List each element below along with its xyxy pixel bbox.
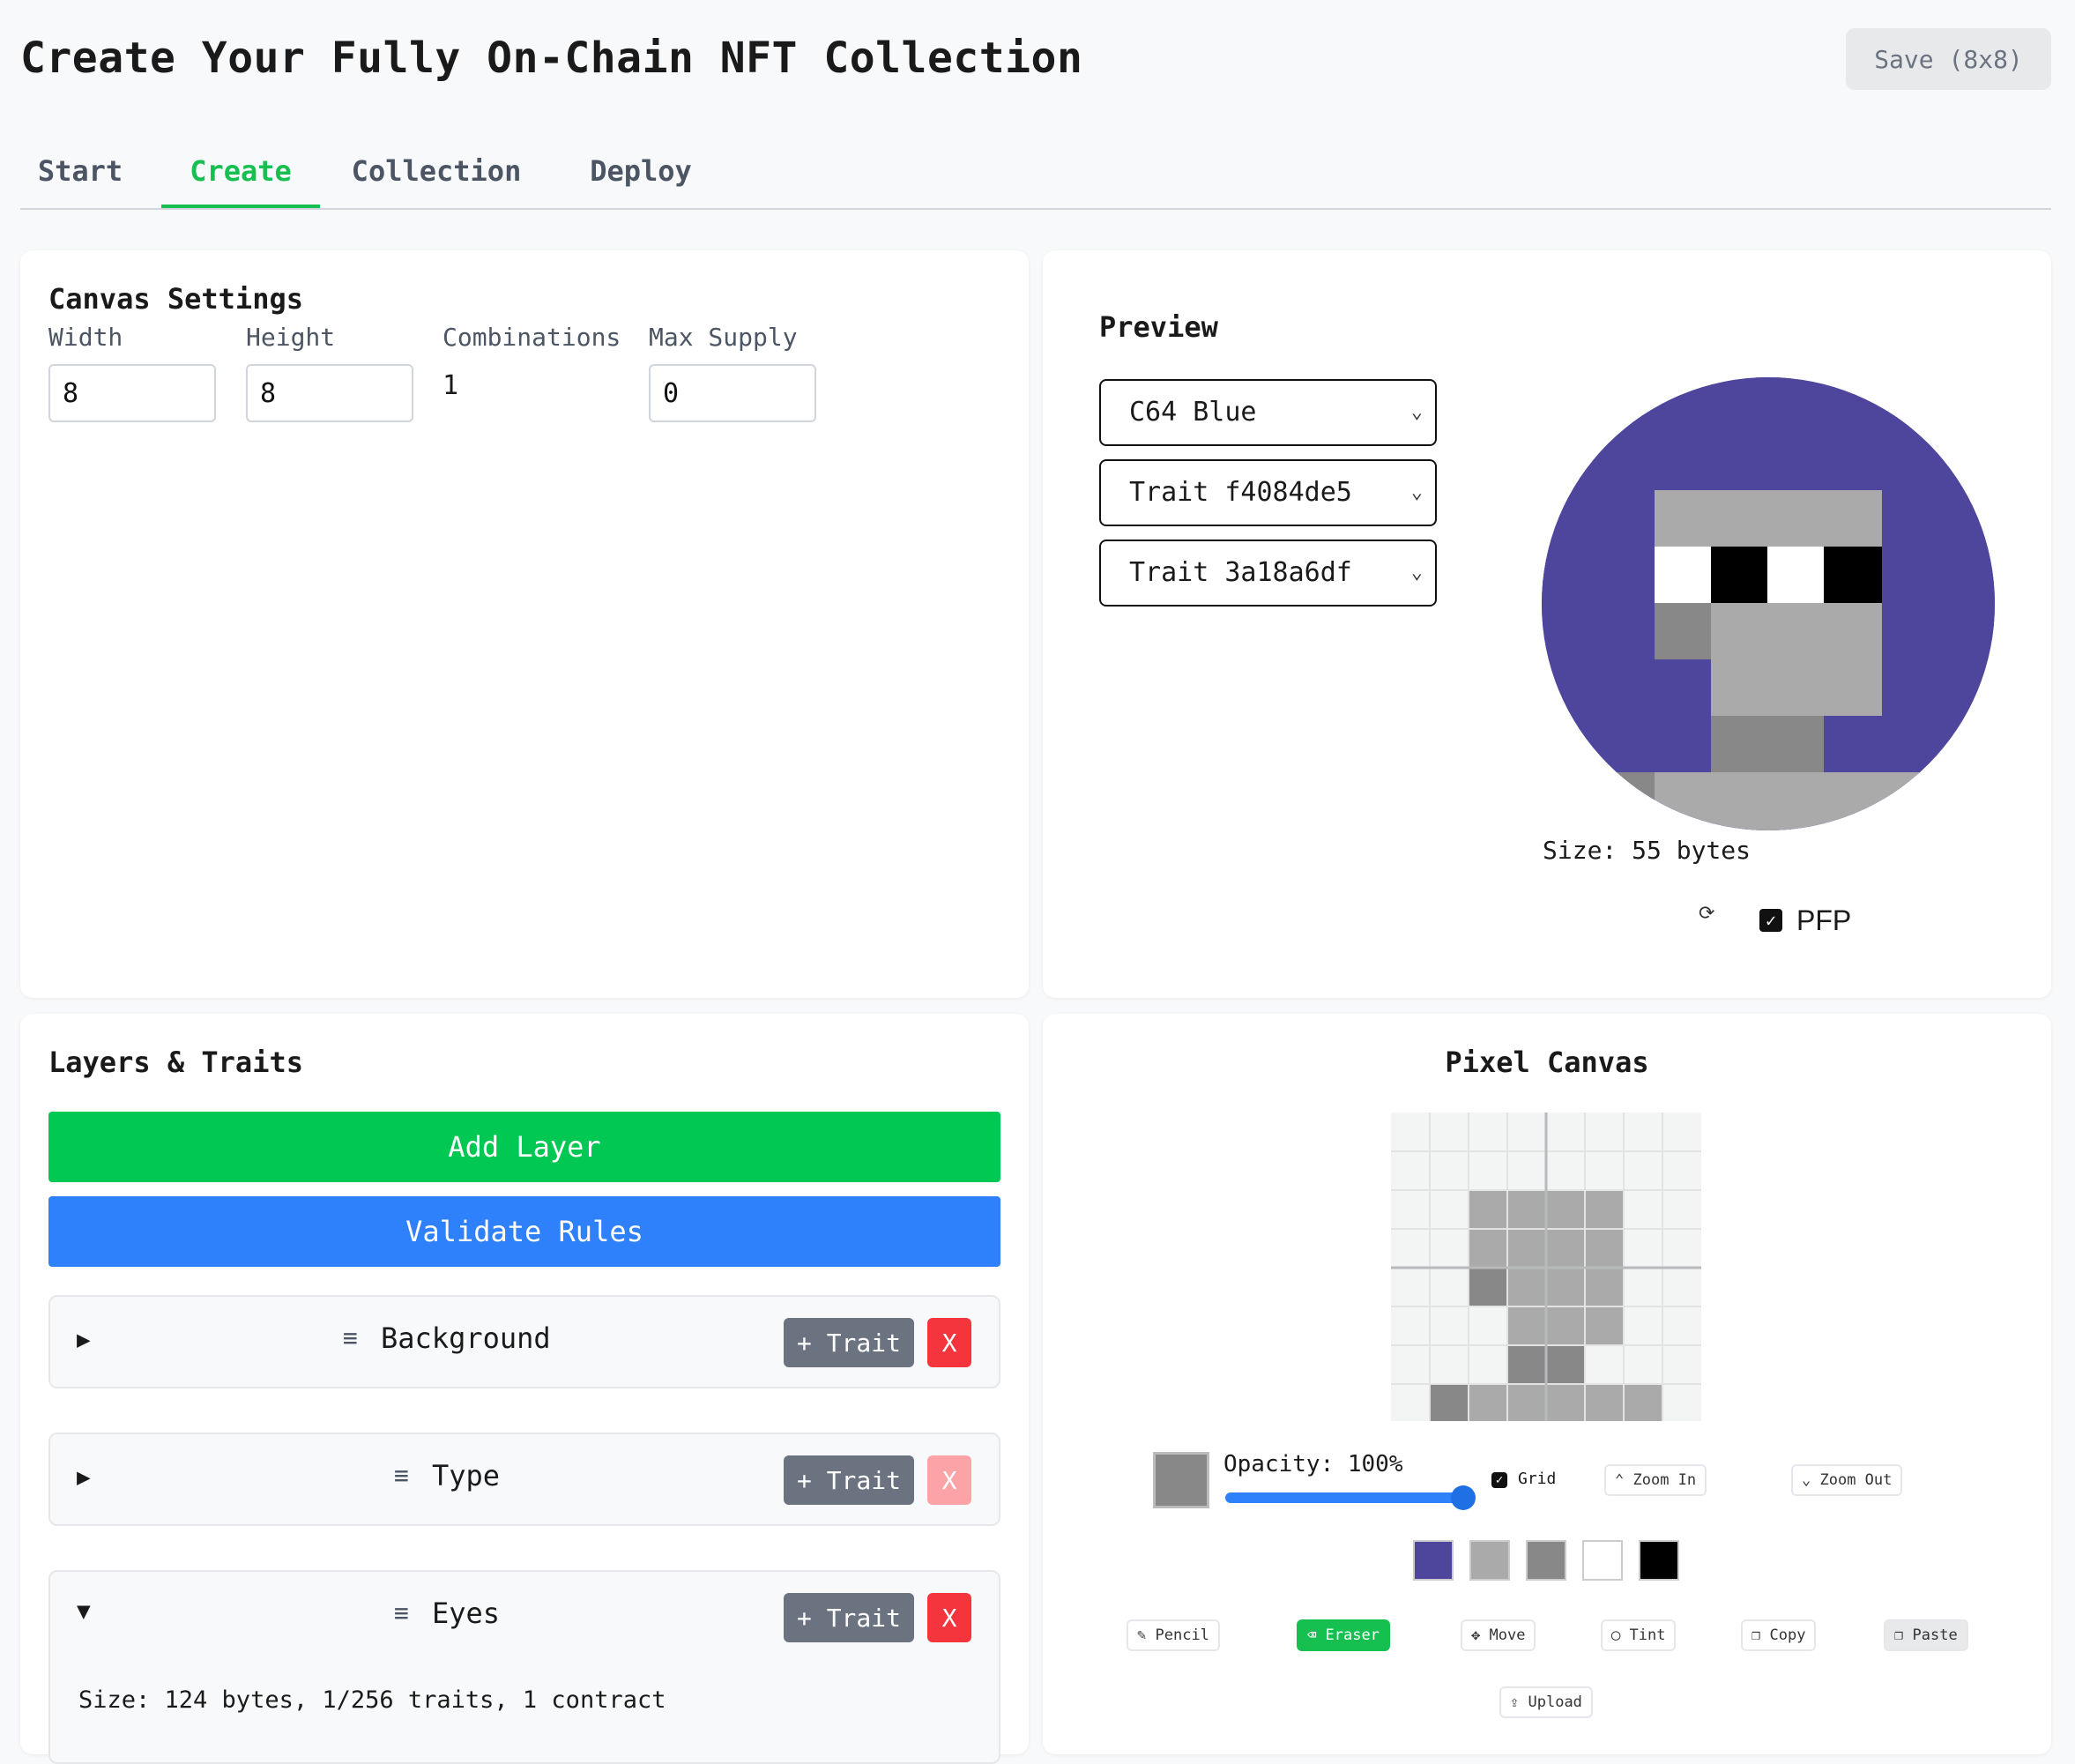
pencil-label: Pencil [1155,1626,1209,1644]
chevron-down-icon: ⌄ [1410,401,1423,423]
remove-layer-button[interactable]: X [927,1593,971,1642]
trait-select-2-value: Trait 3a18a6df [1129,557,1352,588]
eraser-icon: ⌫ [1307,1626,1317,1644]
combinations-value: 1 [443,370,459,401]
max-supply-input[interactable] [649,364,816,422]
tab-collection[interactable]: Collection [339,141,533,206]
eraser-tool-button[interactable]: ⌫ Eraser [1297,1619,1390,1651]
zoom-out-button[interactable]: ⌄ Zoom Out [1791,1464,1903,1496]
copy-label: Copy [1769,1626,1806,1644]
remove-layer-button[interactable]: X [927,1318,971,1367]
grid-checkbox[interactable]: ✓ [1491,1472,1507,1488]
paste-tool-button[interactable]: ❐ Paste [1884,1619,1968,1651]
zoom-in-button[interactable]: ⌃ Zoom In [1604,1464,1707,1496]
max-supply-label: Max Supply [649,323,798,352]
droplet-icon: ◯ [1611,1626,1621,1644]
expand-arrow-icon[interactable]: ▶ [77,1464,91,1491]
width-label: Width [48,323,123,352]
add-layer-button[interactable]: Add Layer [48,1112,1000,1182]
trait-select-1-value: Trait f4084de5 [1129,477,1352,508]
zoom-in-label: Zoom In [1632,1471,1697,1489]
opacity-slider[interactable] [1225,1485,1476,1510]
current-color-swatch[interactable] [1153,1452,1209,1508]
clipboard-icon: ❐ [1894,1626,1904,1644]
canvas-settings-panel: Canvas Settings Width Height Combination… [20,250,1029,998]
add-trait-button[interactable]: + Trait [784,1455,914,1505]
grid-label: Grid [1518,1470,1557,1488]
trait-select-1[interactable]: Trait f4084de5 ⌄ [1099,459,1437,526]
remove-layer-button[interactable]: X [927,1455,971,1505]
page-title: Create Your Fully On-Chain NFT Collectio… [20,33,1083,83]
pfp-preview-image [1542,377,1995,830]
layer-name: Type [432,1459,501,1492]
preview-size-text: Size: 55 bytes [1543,836,1751,865]
pixel-editor-canvas[interactable] [1391,1113,1701,1421]
tab-bar: Start Create Collection Deploy [20,141,2051,210]
tab-create[interactable]: Create [161,141,320,208]
copy-icon: ❐ [1751,1626,1761,1644]
pencil-tool-button[interactable]: ✎ Pencil [1127,1619,1220,1651]
trait-select-2[interactable]: Trait 3a18a6df ⌄ [1099,540,1437,607]
combinations-label: Combinations [443,323,621,352]
canvas-settings-title: Canvas Settings [48,282,303,316]
layer-size-summary: Size: 124 bytes, 1/256 traits, 1 contrac… [78,1686,666,1714]
copy-tool-button[interactable]: ❐ Copy [1741,1619,1817,1651]
pfp-checkbox[interactable]: ✓ [1759,909,1782,932]
expand-arrow-icon[interactable]: ▶ [77,1327,91,1353]
palette-swatch-black[interactable] [1639,1540,1679,1581]
pfp-preview [1542,377,1995,830]
chevron-down-icon: ⌄ [1802,1471,1811,1489]
collapse-arrow-icon[interactable]: ▼ [77,1598,91,1625]
tab-deploy[interactable]: Deploy [560,141,722,206]
move-icon: ✥ [1471,1626,1481,1644]
add-trait-button[interactable]: + Trait [784,1318,914,1367]
upload-label: Upload [1528,1693,1582,1711]
chevron-down-icon: ⌄ [1410,481,1423,503]
zoom-out-label: Zoom Out [1819,1471,1893,1489]
palette-swatch-gray[interactable] [1526,1540,1566,1581]
layer-item-type[interactable]: ▶ ≡ Type + Trait X [48,1433,1000,1526]
drag-handle-icon[interactable]: ≡ [394,1598,409,1627]
tab-start[interactable]: Start [20,141,140,206]
refresh-icon[interactable]: ⟳ [1699,903,1714,925]
height-input[interactable] [246,364,413,422]
palette-select[interactable]: C64 Blue ⌄ [1099,379,1437,446]
tint-tool-button[interactable]: ◯ Tint [1601,1619,1677,1651]
drag-handle-icon[interactable]: ≡ [394,1461,409,1490]
opacity-label: Opacity: 100% [1223,1451,1403,1477]
add-trait-button[interactable]: + Trait [784,1593,914,1642]
move-tool-button[interactable]: ✥ Move [1461,1619,1536,1651]
tint-label: Tint [1629,1626,1666,1644]
layer-item-background[interactable]: ▶ ≡ Background + Trait X [48,1295,1000,1388]
pixel-canvas-title: Pixel Canvas [1445,1046,1649,1079]
eraser-label: Eraser [1325,1626,1380,1644]
height-label: Height [246,323,336,352]
layers-title: Layers & Traits [48,1046,303,1079]
palette-swatch-light-gray[interactable] [1469,1540,1510,1581]
paste-label: Paste [1912,1626,1958,1644]
opacity-slider-thumb[interactable] [1451,1485,1476,1510]
upload-button[interactable]: ⇪ Upload [1499,1686,1593,1718]
palette-swatch-c64-blue[interactable] [1413,1540,1454,1581]
palette-select-value: C64 Blue [1129,397,1257,428]
palette-swatch-white[interactable] [1582,1540,1623,1581]
validate-rules-button[interactable]: Validate Rules [48,1196,1000,1267]
upload-icon: ⇪ [1510,1693,1520,1711]
width-input[interactable] [48,364,216,422]
pencil-icon: ✎ [1137,1626,1147,1644]
chevron-up-icon: ⌃ [1615,1471,1625,1489]
pfp-label: PFP [1796,904,1852,936]
layer-item-eyes[interactable]: ▼ ≡ Eyes + Trait X Size: 124 bytes, 1/25… [48,1570,1000,1764]
layer-name: Eyes [432,1597,501,1630]
move-label: Move [1489,1626,1526,1644]
save-button[interactable]: Save (8x8) [1846,28,2051,90]
preview-title: Preview [1099,310,1218,344]
chevron-down-icon: ⌄ [1410,562,1423,584]
layer-name: Background [381,1321,551,1355]
drag-handle-icon[interactable]: ≡ [343,1323,358,1352]
